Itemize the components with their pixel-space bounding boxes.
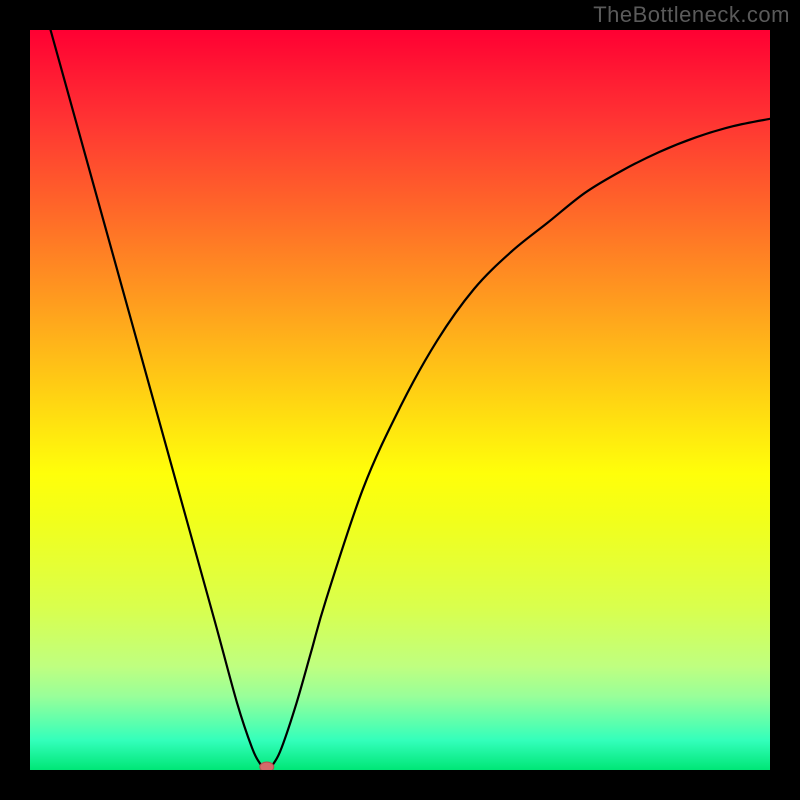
min-marker [260,762,274,770]
chart-frame: TheBottleneck.com [0,0,800,800]
curve-svg [30,30,770,770]
watermark-text: TheBottleneck.com [593,2,790,28]
plot-area [30,30,770,770]
bottleneck-curve [30,30,770,770]
